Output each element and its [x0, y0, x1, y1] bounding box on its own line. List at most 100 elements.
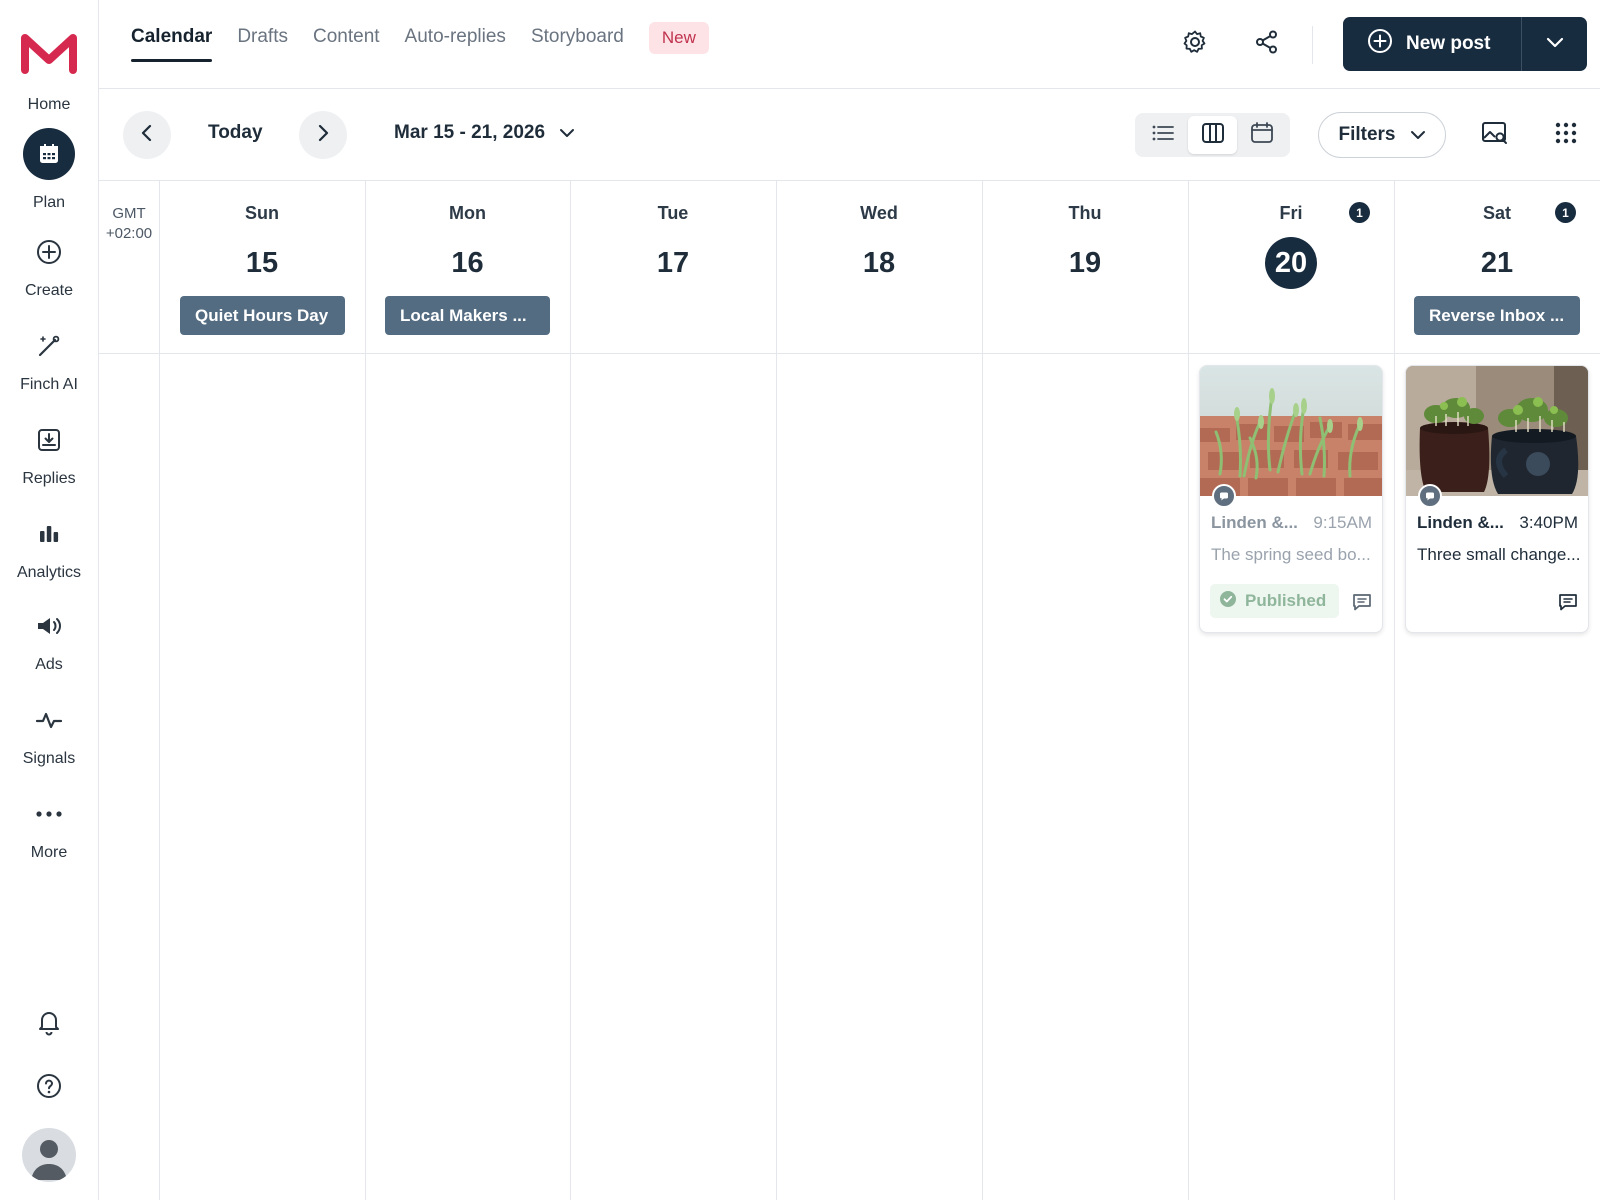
post-excerpt: The spring seed bo...: [1211, 545, 1371, 564]
day-header-sat[interactable]: Sat 1 21 Reverse Inbox ...: [1394, 181, 1600, 353]
bar-chart-icon: [23, 508, 75, 560]
sidebar-item-label: More: [30, 844, 68, 861]
day-header-sun[interactable]: Sun 15 Quiet Hours Day: [159, 181, 365, 353]
sidebar-item-create[interactable]: Create: [0, 226, 98, 300]
help-icon: [36, 1073, 62, 1104]
today-button[interactable]: Today: [208, 122, 263, 144]
day-header-tue[interactable]: Tue 17: [570, 181, 776, 353]
day-number-today: 20: [1265, 237, 1317, 289]
status-label: Published: [1245, 591, 1327, 610]
sidebar-item-label: Ads: [35, 656, 63, 673]
view-switcher: [1135, 113, 1290, 157]
sidebar-item-label: Replies: [22, 470, 76, 487]
sidebar-item-home[interactable]: Home: [0, 96, 98, 114]
magic-wand-icon: [23, 320, 75, 372]
timezone-offset: +02:00: [105, 225, 153, 242]
next-week-button[interactable]: [299, 111, 347, 159]
sidebar-item-label: Signals: [22, 750, 76, 767]
columns-icon: [1201, 122, 1225, 149]
media-preview-button[interactable]: [1477, 117, 1513, 153]
day-number: 16: [451, 246, 484, 279]
filters-label: Filters: [1338, 124, 1396, 145]
inbox-icon: [23, 414, 75, 466]
day-number: 19: [1068, 246, 1102, 279]
pulse-icon: [23, 694, 75, 746]
new-post-button[interactable]: New post: [1343, 17, 1521, 71]
new-post-options-button[interactable]: [1521, 17, 1587, 71]
header-divider: [1312, 26, 1313, 64]
new-badge: New: [648, 22, 709, 54]
previous-week-button[interactable]: [123, 111, 171, 159]
tab-auto-replies[interactable]: Auto-replies: [405, 26, 506, 62]
sidebar-item-replies[interactable]: Replies: [0, 414, 98, 488]
tab-calendar[interactable]: Calendar: [131, 26, 213, 62]
day-header-mon[interactable]: Mon 16 Local Makers ...: [365, 181, 570, 353]
day-of-week: Thu: [1068, 203, 1102, 223]
all-day-event[interactable]: Local Makers ...: [385, 296, 550, 335]
timezone-name: GMT: [112, 205, 146, 222]
date-range-picker[interactable]: Mar 15 - 21, 2026: [394, 122, 575, 144]
brand-logo-icon[interactable]: [20, 32, 78, 74]
week-view-button[interactable]: [1187, 116, 1238, 154]
calendar-toolbar: Today Mar 15 - 21, 2026 Filters: [99, 89, 1600, 181]
day-header-fri[interactable]: Fri 1 20: [1188, 181, 1394, 353]
comment-icon[interactable]: [1557, 591, 1579, 613]
share-button[interactable]: [1249, 26, 1285, 62]
sidebar-item-label: Home: [27, 96, 71, 113]
sidebar-item-analytics[interactable]: Analytics: [0, 508, 98, 582]
chevron-down-icon: [1546, 35, 1564, 53]
plus-circle-icon: [1367, 28, 1393, 60]
sidebar-item-label: Plan: [32, 194, 66, 211]
sidebar-item-ads[interactable]: Ads: [0, 600, 98, 674]
megaphone-icon: [23, 600, 75, 652]
day-of-week: Sun: [245, 203, 279, 223]
tab-storyboard[interactable]: Storyboard: [531, 26, 624, 62]
notifications-button[interactable]: [0, 1008, 98, 1041]
plus-circle-icon: [23, 226, 75, 278]
post-count-badge: 1: [1555, 202, 1576, 223]
all-day-event[interactable]: Quiet Hours Day: [180, 296, 345, 335]
sidebar-item-label: Create: [24, 282, 74, 299]
apps-grid-button[interactable]: [1548, 117, 1584, 153]
sidebar-item-label: Analytics: [16, 564, 82, 581]
sidebar-item-finch-ai[interactable]: Finch AI: [0, 320, 98, 394]
chevron-down-icon: [1410, 124, 1426, 146]
post-count-badge: 1: [1349, 202, 1370, 223]
new-post-label: New post: [1406, 33, 1491, 54]
sidebar-item-plan[interactable]: Plan: [0, 128, 98, 212]
list-view-button[interactable]: [1138, 116, 1188, 154]
avatar-button[interactable]: [0, 1128, 98, 1182]
post-card[interactable]: Linden &... 3:40PM Three small change...: [1405, 365, 1589, 633]
sidebar: Home Plan Create Finch AI Replies Analyt…: [0, 0, 99, 1200]
tab-content[interactable]: Content: [313, 26, 380, 62]
timezone-label: GMT +02:00: [99, 181, 159, 244]
image-search-icon: [1481, 120, 1509, 151]
post-time: 3:40PM: [1519, 513, 1578, 532]
sidebar-item-signals[interactable]: Signals: [0, 694, 98, 768]
month-view-button[interactable]: [1237, 116, 1287, 154]
all-day-event[interactable]: Reverse Inbox ...: [1414, 296, 1580, 335]
day-number: 18: [862, 246, 896, 279]
share-icon: [1254, 29, 1280, 60]
settings-button[interactable]: [1177, 26, 1213, 62]
day-number: 17: [656, 246, 690, 279]
check-circle-icon: [1220, 590, 1236, 612]
help-button[interactable]: [0, 1073, 98, 1104]
tab-drafts[interactable]: Drafts: [237, 26, 288, 62]
day-of-week: Tue: [657, 203, 689, 223]
sidebar-item-more[interactable]: More: [0, 788, 98, 862]
more-dots-icon: [23, 788, 75, 840]
post-author: Linden &...: [1211, 513, 1298, 532]
chevron-down-icon: [559, 122, 575, 144]
week-calendar: GMT +02:00 Sun 15 Quiet Hours Day Mon 16…: [99, 181, 1600, 1200]
post-thumbnail: [1406, 366, 1588, 496]
post-time: 9:15AM: [1313, 513, 1372, 532]
day-header-wed[interactable]: Wed 18: [776, 181, 982, 353]
day-number: 21: [1480, 246, 1514, 279]
chevron-right-icon: [317, 124, 329, 147]
comment-icon[interactable]: [1351, 591, 1373, 613]
grid-line: [99, 353, 1600, 354]
day-header-thu[interactable]: Thu 19: [982, 181, 1188, 353]
post-card[interactable]: Linden &... 9:15AM The spring seed bo...…: [1199, 365, 1383, 633]
filters-button[interactable]: Filters: [1318, 112, 1446, 158]
